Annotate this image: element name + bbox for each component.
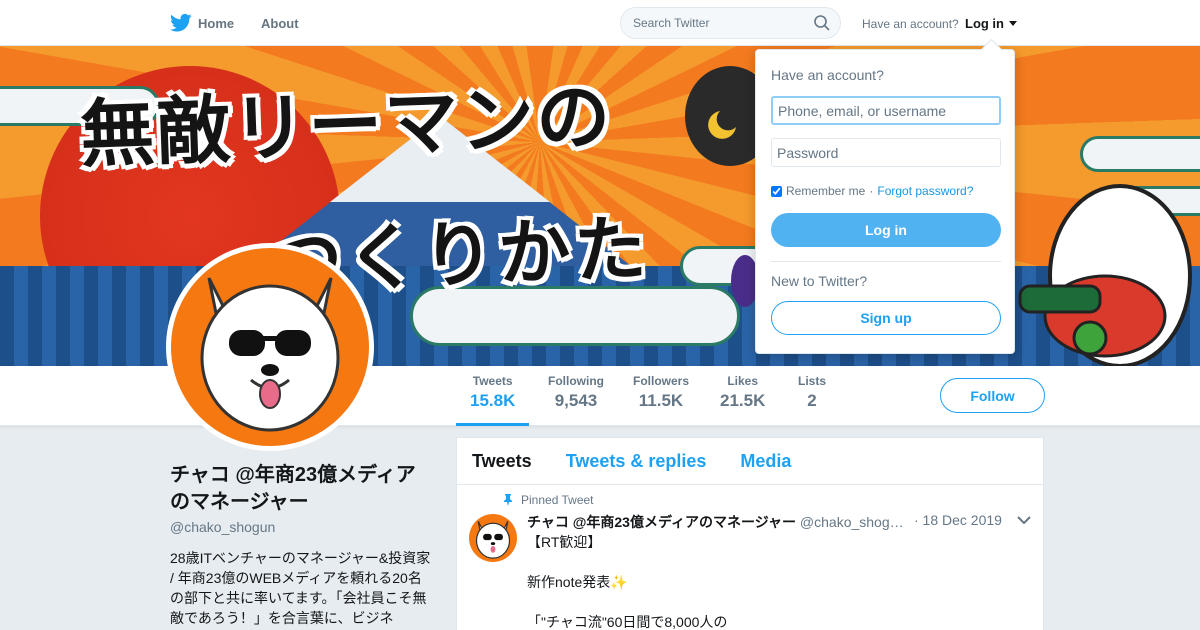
remember-row: Remember me · Forgot password? bbox=[771, 184, 973, 198]
caret-down-icon bbox=[1009, 21, 1017, 26]
search-icon[interactable] bbox=[814, 15, 830, 31]
stat-tweets[interactable]: Tweets 15.8K bbox=[456, 374, 530, 426]
username-field[interactable] bbox=[771, 96, 1001, 125]
forgot-password-link[interactable]: Forgot password? bbox=[877, 184, 973, 198]
stat-label: Followers bbox=[633, 374, 690, 388]
tweet-author-name[interactable]: チャコ @年商23億メディアのマネージャー bbox=[527, 514, 796, 530]
search-input[interactable] bbox=[621, 8, 801, 38]
stat-label: Lists bbox=[798, 374, 827, 388]
tweet-line: 新作note発表✨ bbox=[527, 574, 628, 590]
profile-bio: 28歳ITベンチャーのマネージャー&投資家 / 年商23億のWEBメディアを頼れ… bbox=[170, 550, 431, 626]
tweet-avatar[interactable] bbox=[469, 514, 517, 562]
stat-following[interactable]: Following 9,543 bbox=[548, 374, 604, 411]
password-field[interactable] bbox=[771, 138, 1001, 167]
stat-label: Tweets bbox=[472, 374, 513, 388]
stat-value: 11.5K bbox=[638, 391, 684, 410]
profile-avatar[interactable] bbox=[166, 243, 374, 451]
dog-sunglasses-avatar bbox=[200, 277, 340, 432]
chevron-down-icon[interactable] bbox=[1017, 515, 1031, 525]
tweet-line: 「"チャコ流"60日間で8,000人の bbox=[527, 614, 728, 630]
timeline: Tweets Tweets & replies Media Pinned Twe… bbox=[456, 437, 1044, 630]
tab-media[interactable]: Media bbox=[740, 451, 791, 472]
divider bbox=[771, 261, 1001, 262]
tab-tweets-replies[interactable]: Tweets & replies bbox=[566, 451, 707, 472]
nav-about-link[interactable]: About bbox=[261, 16, 299, 31]
nav-home-link[interactable]: Home bbox=[170, 13, 234, 33]
pinned-tweet[interactable]: Pinned Tweet チャコ @年商23億メディアのマネージャー @chak… bbox=[457, 485, 1043, 630]
top-nav: Home About Have an account? Log in bbox=[0, 0, 1200, 46]
profile-name: チャコ @年商23億メディアのマネージャー bbox=[170, 464, 416, 513]
stat-label: Likes bbox=[727, 374, 759, 388]
login-link-label: Log in bbox=[965, 16, 1004, 31]
login-submit-button[interactable]: Log in bbox=[771, 213, 1001, 247]
remember-me-label[interactable]: Remember me bbox=[786, 184, 865, 198]
banner-dog-character bbox=[1018, 184, 1192, 366]
have-account-text: Have an account? bbox=[862, 17, 959, 31]
pin-icon bbox=[504, 494, 512, 506]
dog-sunglasses-avatar bbox=[475, 521, 511, 559]
profile-handle[interactable]: @chako_shogun bbox=[170, 519, 275, 535]
login-dropdown: Have an account? Remember me · Forgot pa… bbox=[755, 49, 1015, 354]
nav-home-label: Home bbox=[198, 15, 235, 31]
pinned-label: Pinned Tweet bbox=[521, 493, 594, 507]
follow-button[interactable]: Follow bbox=[940, 378, 1045, 413]
tweet-header: チャコ @年商23億メディアのマネージャー @chako_shog… · 18 … bbox=[527, 512, 1027, 532]
new-to-twitter-text: New to Twitter? bbox=[771, 273, 868, 289]
tweet-line: 【RT歓迎】 bbox=[527, 534, 602, 550]
stat-value: 9,543 bbox=[554, 391, 598, 410]
tweet-author-handle[interactable]: @chako_shog… bbox=[800, 514, 904, 530]
stat-label: Following bbox=[548, 374, 604, 388]
avatar-image bbox=[171, 248, 369, 446]
stat-likes[interactable]: Likes 21.5K bbox=[720, 374, 765, 411]
stat-lists[interactable]: Lists 2 bbox=[798, 374, 826, 411]
login-dropdown-toggle[interactable]: Log in bbox=[965, 16, 1017, 31]
separator-dot: · bbox=[869, 184, 874, 198]
stat-value: 2 bbox=[807, 391, 817, 410]
stat-value: 21.5K bbox=[720, 391, 766, 410]
tweet-text: 【RT歓迎】 新作note発表✨ 「"チャコ流"60日間で8,000人の bbox=[527, 532, 1017, 630]
remember-me-checkbox[interactable] bbox=[771, 185, 782, 197]
signup-button[interactable]: Sign up bbox=[771, 301, 1001, 335]
tweet-date[interactable]: · 18 Dec 2019 bbox=[914, 512, 1002, 528]
search-box bbox=[620, 7, 841, 39]
stat-value: 15.8K bbox=[470, 391, 516, 410]
twitter-bird-icon bbox=[170, 13, 192, 32]
tweet-line bbox=[527, 592, 1017, 612]
login-dropdown-title: Have an account? bbox=[771, 67, 884, 83]
banner-helmet bbox=[685, 66, 760, 307]
stat-followers[interactable]: Followers 11.5K bbox=[633, 374, 689, 411]
banner-title-line1: 無敵リーマンの bbox=[78, 73, 614, 179]
tweet-line bbox=[527, 552, 1017, 572]
pinned-indicator: Pinned Tweet bbox=[503, 493, 594, 507]
tab-tweets[interactable]: Tweets bbox=[472, 451, 532, 472]
timeline-tabs: Tweets Tweets & replies Media bbox=[457, 438, 1043, 485]
